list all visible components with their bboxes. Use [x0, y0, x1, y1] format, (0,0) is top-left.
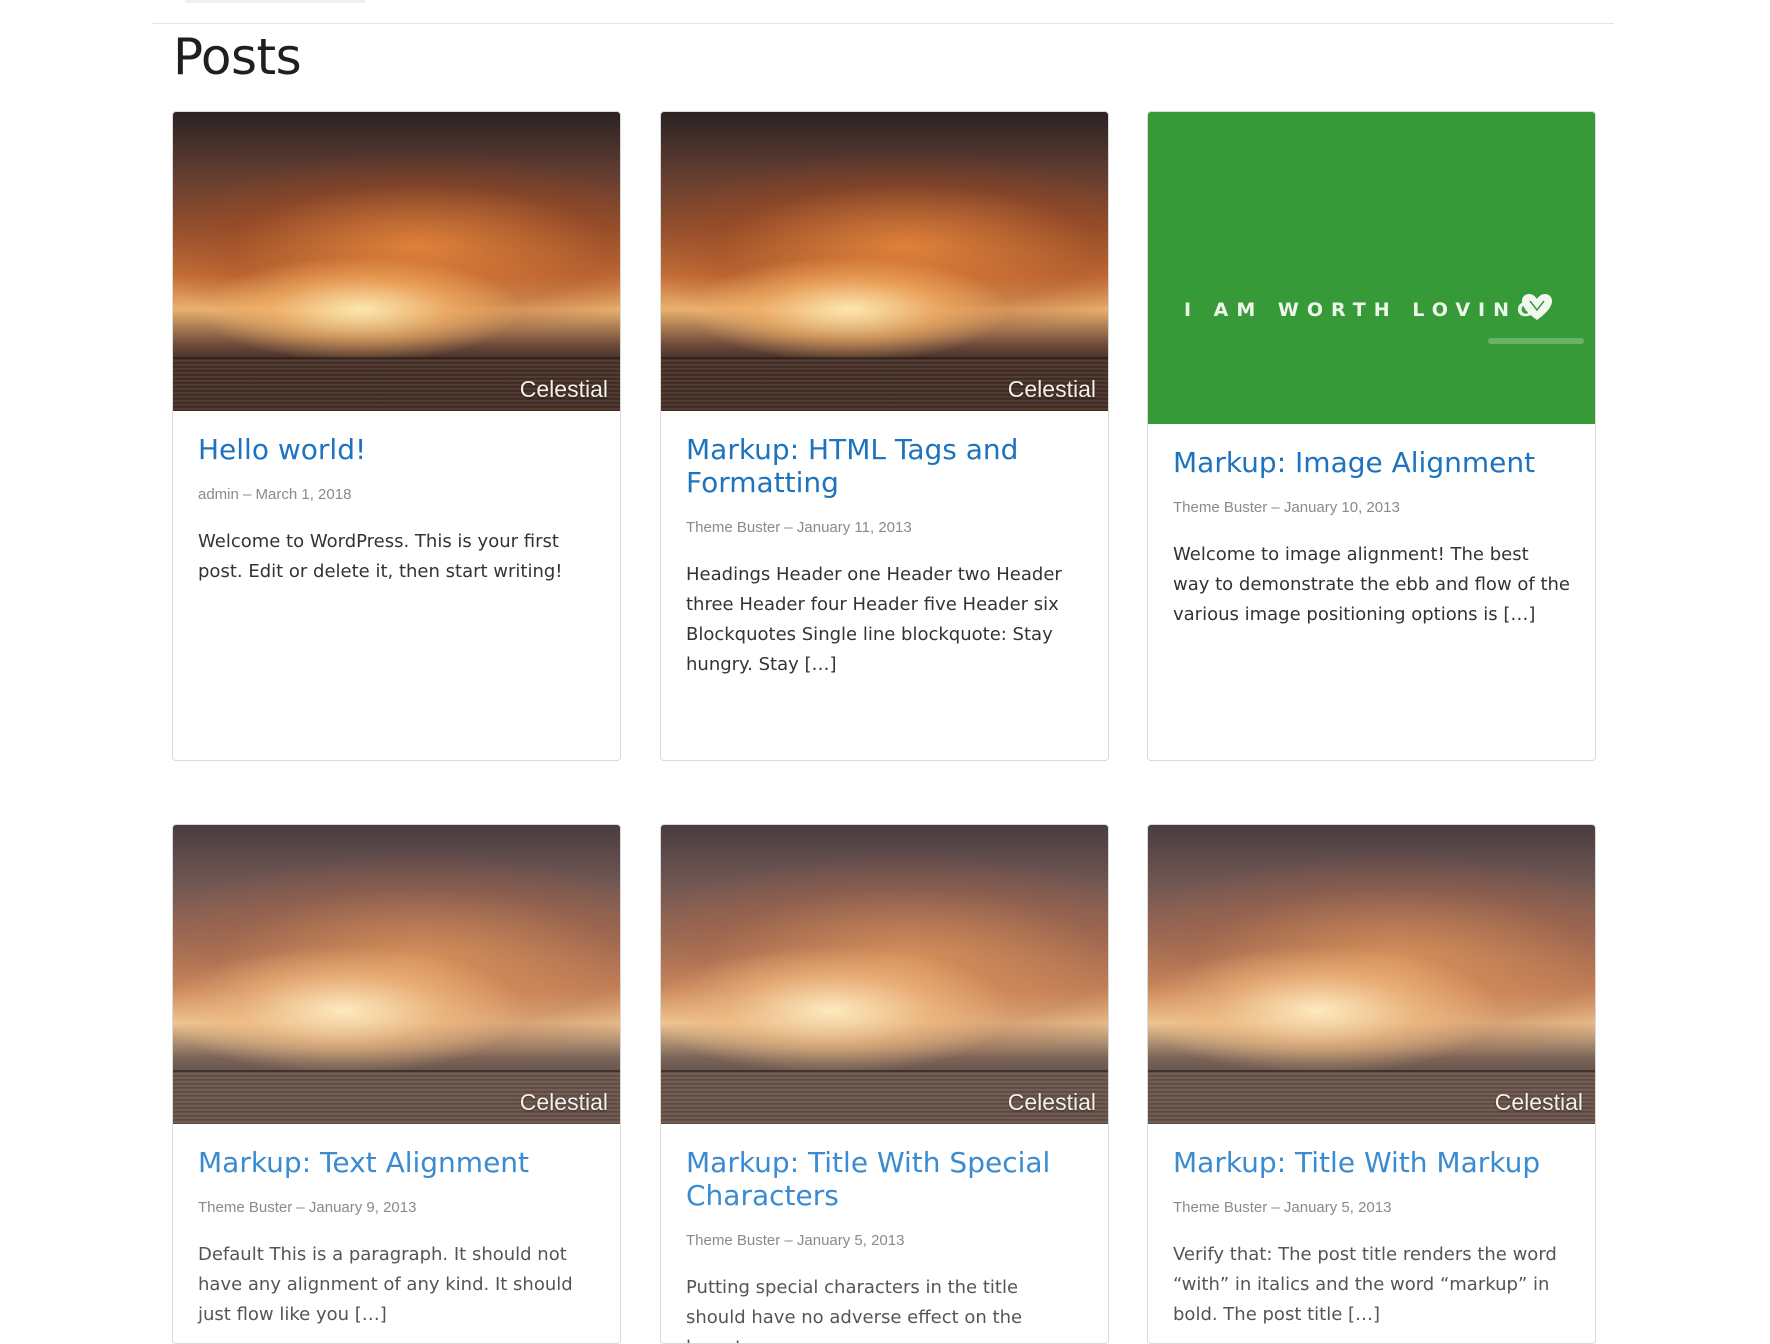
post-thumbnail[interactable]: Celestial [661, 112, 1108, 411]
post-meta: Theme Buster – January 10, 2013 [1173, 499, 1400, 516]
post-card[interactable]: Celestial Markup: Title With Special Cha… [660, 824, 1109, 1344]
header-divider [152, 23, 1614, 24]
post-excerpt: Welcome to image alignment! The best way… [1173, 544, 1570, 625]
post-excerpt: Default This is a paragraph. It should n… [198, 1244, 573, 1325]
post-excerpt: Verify that: The post title renders the … [1173, 1244, 1557, 1325]
post-excerpt: Welcome to WordPress. This is your first… [198, 531, 563, 582]
post-excerpt: Headings Header one Header two Header th… [686, 564, 1062, 675]
thumbnail-caption: Celestial [1007, 1089, 1096, 1115]
header-remnant [185, 0, 365, 3]
post-title-link[interactable]: Markup: Text Alignment [198, 1146, 595, 1179]
post-card[interactable]: I AM WORTH LOVING Markup: Image Alignmen… [1147, 111, 1596, 761]
post-title-link[interactable]: Markup: Title With Special Characters [686, 1146, 1083, 1212]
post-thumbnail[interactable]: Celestial [173, 825, 620, 1124]
thumbnail-caption: Celestial [1494, 1089, 1583, 1115]
post-meta: Theme Buster – January 9, 2013 [198, 1199, 417, 1216]
banner-text: I AM WORTH LOVING [1184, 299, 1541, 321]
post-card[interactable]: Celestial Markup: HTML Tags and Formatti… [660, 111, 1109, 761]
thumbnail-caption: Celestial [519, 1089, 608, 1115]
post-thumbnail[interactable]: Celestial [1148, 825, 1595, 1124]
post-meta: Theme Buster – January 11, 2013 [686, 519, 912, 536]
thumbnail-caption: Celestial [1007, 376, 1096, 402]
post-meta: Theme Buster – January 5, 2013 [1173, 1199, 1392, 1216]
post-title-link[interactable]: Markup: HTML Tags and Formatting [686, 433, 1083, 499]
post-title-link[interactable]: Markup: Image Alignment [1173, 446, 1570, 479]
post-thumbnail[interactable]: I AM WORTH LOVING [1148, 112, 1595, 424]
post-thumbnail[interactable]: Celestial [661, 825, 1108, 1124]
post-card[interactable]: Celestial Markup: Text Alignment Theme B… [172, 824, 621, 1344]
post-thumbnail[interactable]: Celestial [173, 112, 620, 411]
post-excerpt: Putting special characters in the title … [686, 1277, 1023, 1343]
heart-icon [1522, 294, 1552, 320]
page-title: Posts [173, 28, 302, 86]
post-card[interactable]: Celestial Markup: Title With Markup Them… [1147, 824, 1596, 1344]
post-title-link[interactable]: Hello world! [198, 433, 595, 466]
post-meta: Theme Buster – January 5, 2013 [686, 1232, 905, 1249]
post-meta: admin – March 1, 2018 [198, 486, 352, 503]
banner-watermark [1488, 338, 1584, 344]
post-card[interactable]: Celestial Hello world! admin – March 1, … [172, 111, 621, 761]
thumbnail-caption: Celestial [519, 376, 608, 402]
post-title-link[interactable]: Markup: Title With Markup [1173, 1146, 1570, 1179]
